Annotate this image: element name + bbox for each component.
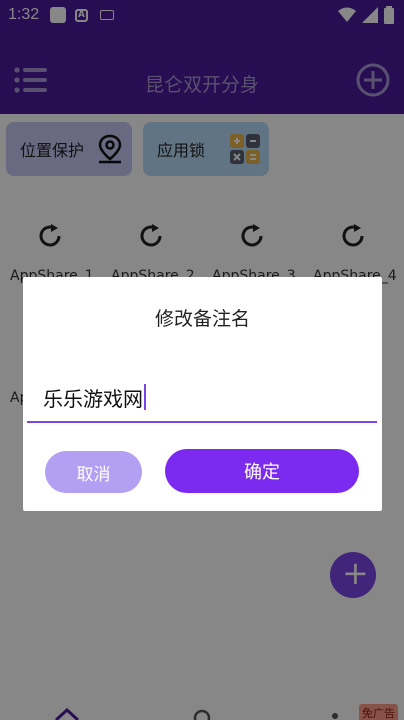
remark-name-value: 乐乐游戏网: [43, 387, 143, 411]
text-caret: [144, 384, 146, 410]
remark-name-input[interactable]: 乐乐游戏网: [27, 375, 377, 423]
cancel-button[interactable]: 取消: [45, 451, 142, 493]
dialog-title: 修改备注名: [154, 308, 250, 330]
confirm-button[interactable]: 确定: [165, 449, 359, 493]
rename-dialog: 修改备注名 乐乐游戏网 取消 确定: [23, 277, 382, 511]
